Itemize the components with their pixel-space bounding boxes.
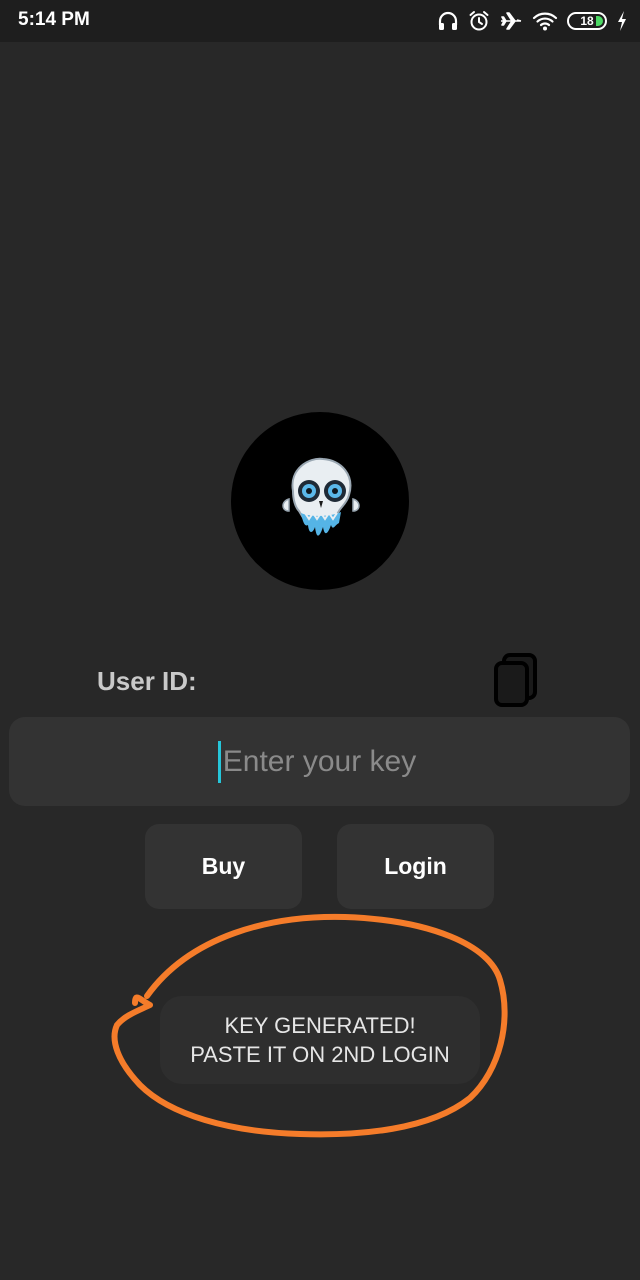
key-input[interactable] xyxy=(9,717,630,806)
alarm-icon xyxy=(469,11,489,31)
skull-logo-icon xyxy=(282,457,360,536)
headphones-icon xyxy=(438,11,458,30)
charging-icon xyxy=(618,11,626,31)
toast-line-2: PASTE IT ON 2ND LOGIN xyxy=(190,1042,450,1067)
toast-message: KEY GENERATED! PASTE IT ON 2ND LOGIN xyxy=(160,996,480,1084)
annotation-circle xyxy=(111,913,508,1138)
key-input-container xyxy=(9,717,630,806)
text-caret xyxy=(218,741,221,783)
user-id-label: User ID: xyxy=(97,666,197,696)
airplane-icon xyxy=(501,12,522,30)
login-screen: 5:14 PM 18 User ID: Enter your key Buy L… xyxy=(0,0,640,1280)
avatar xyxy=(231,412,409,590)
battery-icon: 18 xyxy=(567,12,607,30)
status-icons: 18 xyxy=(437,8,628,34)
copy-icon[interactable] xyxy=(492,652,540,708)
battery-level: 18 xyxy=(580,14,594,28)
toast-line-1: KEY GENERATED! xyxy=(224,1013,416,1038)
buy-button[interactable]: Buy xyxy=(145,824,302,909)
status-bar: 5:14 PM 18 xyxy=(0,0,640,42)
wifi-icon xyxy=(532,12,558,31)
status-time: 5:14 PM xyxy=(18,9,90,30)
battery-fill xyxy=(596,16,603,26)
login-button[interactable]: Login xyxy=(337,824,494,909)
